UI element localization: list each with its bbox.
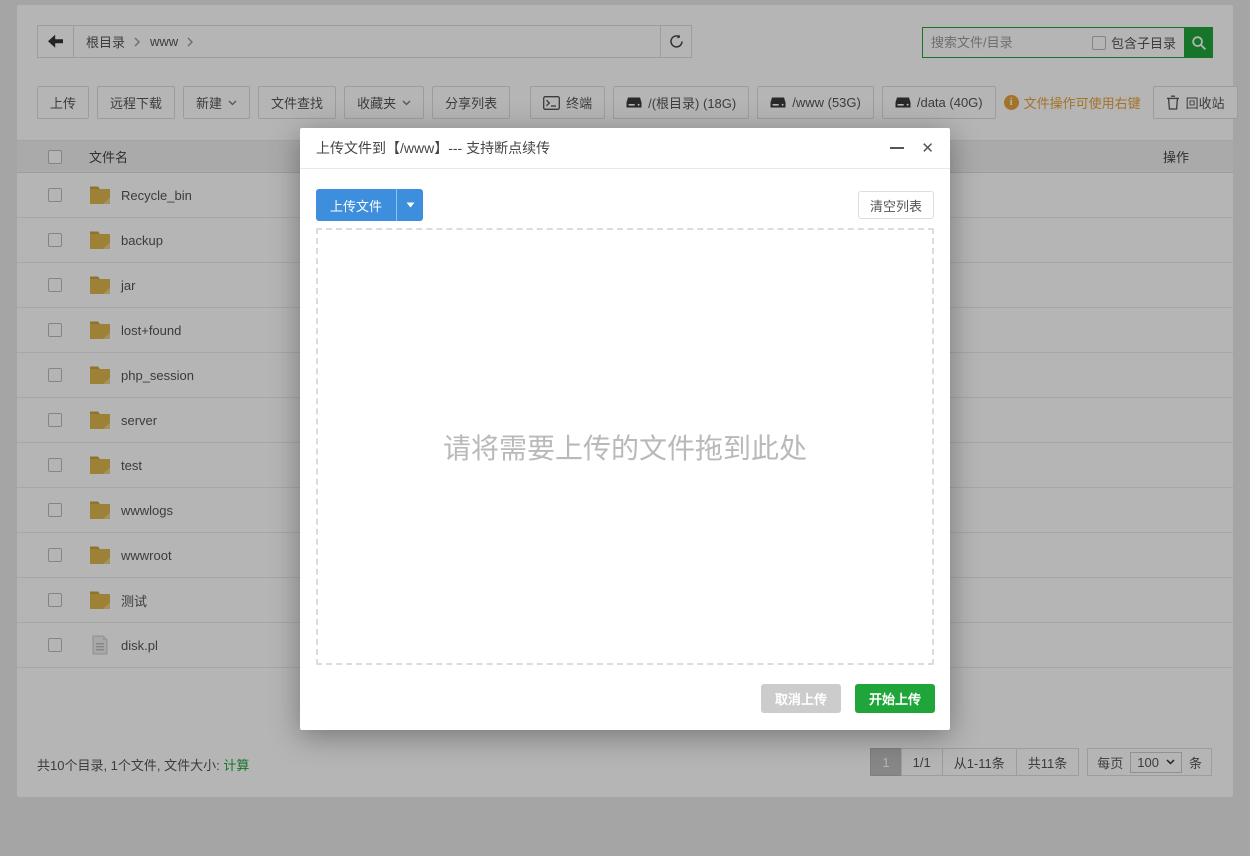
dialog-title: 上传文件到【/www】--- 支持断点续传: [316, 138, 550, 158]
file-manager-page: 根目录 www 包含子目录: [0, 0, 1250, 856]
dialog-header: 上传文件到【/www】--- 支持断点续传 ✕: [300, 128, 950, 169]
upload-file-split-button[interactable]: 上传文件: [316, 189, 423, 221]
clear-list-button[interactable]: 清空列表: [858, 191, 934, 219]
minimize-icon[interactable]: [890, 147, 904, 149]
caret-down-icon: [406, 202, 415, 208]
upload-file-button[interactable]: 上传文件: [316, 189, 396, 221]
upload-options-caret[interactable]: [396, 189, 423, 221]
file-dropzone[interactable]: 请将需要上传的文件拖到此处: [316, 228, 934, 665]
dialog-footer: 取消上传 开始上传: [761, 684, 935, 713]
start-upload-button[interactable]: 开始上传: [855, 684, 935, 713]
dropzone-hint: 请将需要上传的文件拖到此处: [443, 427, 807, 467]
upload-dialog: 上传文件到【/www】--- 支持断点续传 ✕ 上传文件 清空列表 请将需要上传…: [300, 128, 950, 730]
close-icon[interactable]: ✕: [921, 141, 934, 156]
cancel-upload-button[interactable]: 取消上传: [761, 684, 841, 713]
